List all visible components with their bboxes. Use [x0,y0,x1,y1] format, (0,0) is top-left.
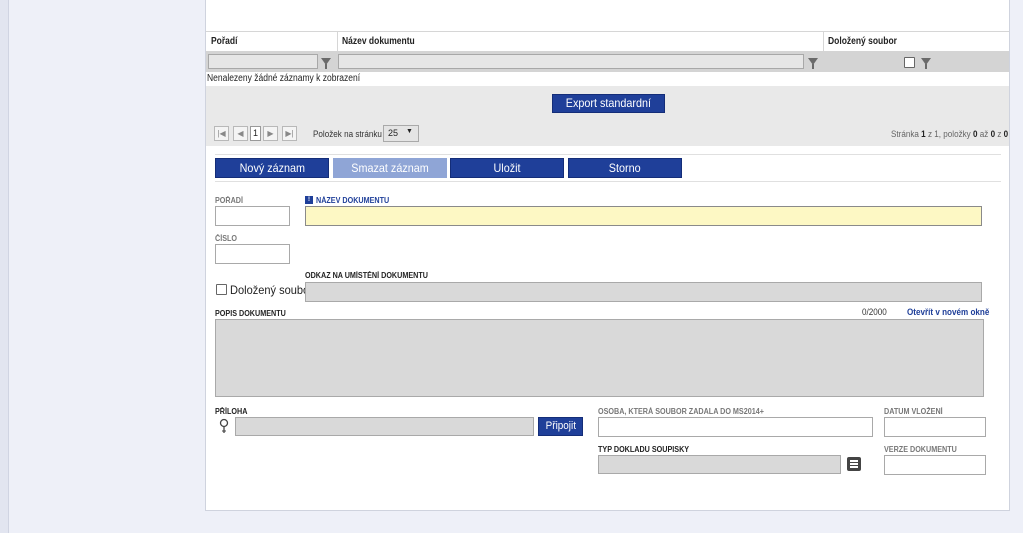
open-new-window-link[interactable]: Otevřít v novém okně [907,307,989,317]
date-input[interactable] [884,417,986,437]
filter-doc-name-input[interactable] [338,54,804,69]
filter-order-input[interactable] [208,54,318,69]
date-label: Datum vložení [884,407,943,416]
order-input[interactable] [215,206,290,226]
prev-page-icon[interactable]: ◀ [233,126,248,141]
left-sidebar-strip [0,0,9,533]
version-label: Verze dokumentu [884,445,957,454]
col-header-order[interactable]: Pořadí [211,36,237,47]
col-header-attached[interactable]: Doložený soubor [828,36,897,47]
description-textarea[interactable] [215,319,984,397]
receipt-type-label: Typ dokladu soupisky [598,445,690,454]
grid-header: Pořadí Název dokumentu Doložený soubor [206,31,1009,52]
page-number-input[interactable]: 1 [250,126,261,141]
attached-file-label: Doložený soubor [230,283,313,297]
per-page-label: Položek na stránku [313,129,382,139]
required-icon: ! [305,196,313,204]
doc-name-label: Název dokumentu [316,196,390,205]
grid-footer: Export standardní |◀ ◀ 1 ▶ ▶| Položek na… [206,86,1009,146]
description-label: Popis dokumentu [215,309,286,318]
order-label: Pořadí [215,196,244,205]
filter-icon[interactable] [321,58,331,69]
delete-record-button[interactable]: Smazat záznam [333,158,447,178]
save-button[interactable]: Uložit [450,158,564,178]
col-header-doc-name[interactable]: Název dokumentu [342,36,415,47]
attachment-input[interactable] [235,417,534,436]
filter-icon[interactable] [808,58,818,69]
number-label: Číslo [215,234,238,243]
filter-icon[interactable] [921,58,931,69]
grid-filter-row [206,51,1009,72]
attachment-label: Příloha [215,407,248,416]
chevron-down-icon: ▼ [406,128,413,135]
number-input[interactable] [215,244,290,264]
no-records-text: Nenalezeny žádné záznamy k zobrazení [207,73,361,84]
version-input[interactable] [884,455,986,475]
filter-attached-checkbox[interactable] [904,57,915,68]
pager-status: Stránka 1 z 1, položky 0 až 0 z 0 [891,129,1009,139]
export-standard-button[interactable]: Export standardní [552,94,665,113]
receipt-type-input[interactable] [598,455,841,474]
attach-button[interactable]: Připojit [538,417,583,436]
new-record-button[interactable]: Nový záznam [215,158,329,178]
cancel-button[interactable]: Storno [568,158,682,178]
link-input[interactable] [305,282,982,302]
doc-name-input[interactable] [305,206,982,226]
person-label: Osoba, která soubor zadala do MS2014+ [598,407,764,416]
link-label: Odkaz na umístění dokumentu [305,271,428,280]
next-page-icon[interactable]: ▶ [263,126,278,141]
per-page-select[interactable]: 25 ▼ [383,125,419,142]
per-page-value: 25 [388,128,399,138]
person-input[interactable] [598,417,873,437]
last-page-icon[interactable]: ▶| [282,126,297,141]
char-counter: 0/2000 [862,307,887,317]
list-icon[interactable] [847,457,861,471]
attached-file-checkbox[interactable] [216,284,227,295]
document-panel: Pořadí Název dokumentu Doložený soubor N… [205,0,1010,511]
first-page-icon[interactable]: |◀ [214,126,229,141]
pin-icon [219,418,229,433]
